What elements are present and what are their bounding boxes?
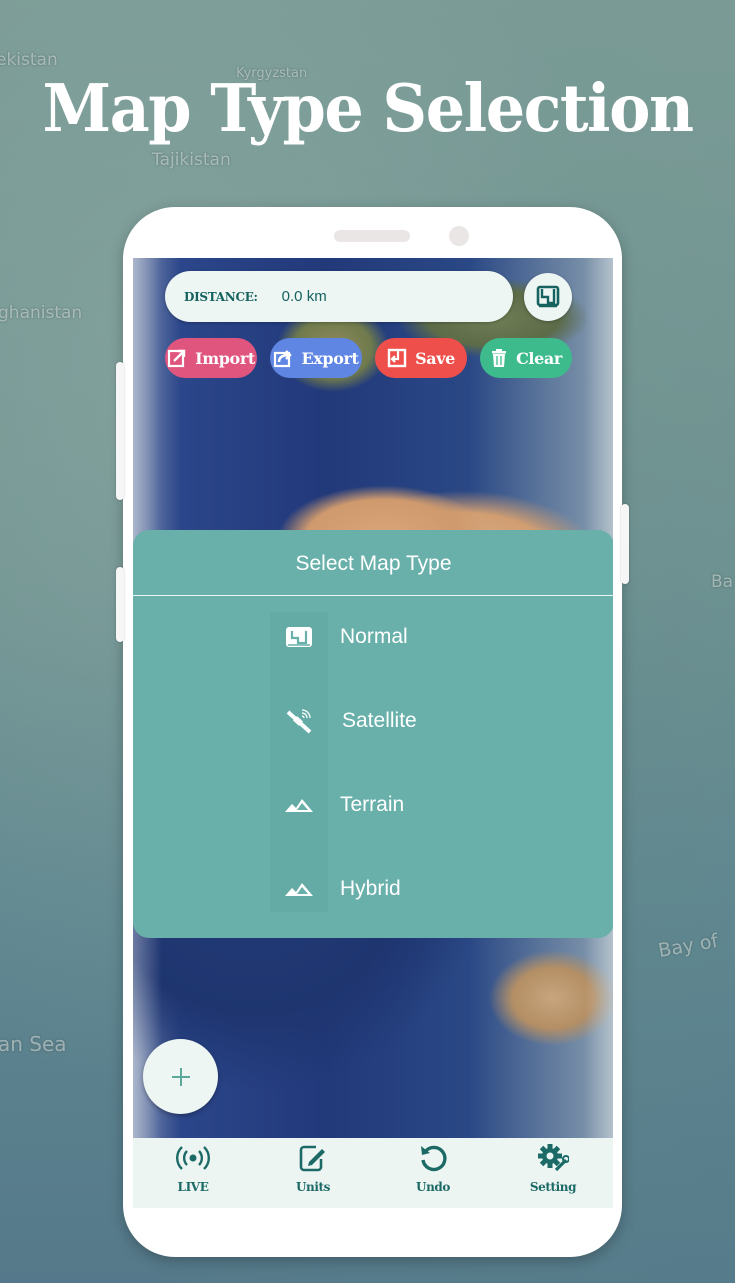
save-button[interactable]: Save bbox=[375, 338, 467, 378]
save-icon bbox=[387, 348, 407, 368]
phone-speaker bbox=[334, 230, 410, 242]
nav-label: LIVE bbox=[177, 1180, 209, 1194]
edit-icon bbox=[298, 1141, 328, 1175]
distance-display: DISTANCE: 0.0 km bbox=[165, 271, 513, 322]
map-label: Tajikistan bbox=[152, 150, 231, 170]
dialog-divider bbox=[133, 595, 613, 596]
dialog-title: Select Map Type bbox=[295, 552, 452, 575]
phone-side-button bbox=[116, 567, 124, 642]
map-label: an Sea bbox=[0, 1032, 67, 1056]
settings-icon bbox=[537, 1141, 569, 1175]
phone-side-button bbox=[621, 504, 629, 584]
map-label: Ba bbox=[711, 572, 734, 592]
app-screen: DISTANCE: 0.0 km Import Export Save Clea… bbox=[133, 258, 613, 1208]
nav-live[interactable]: LIVE bbox=[133, 1138, 253, 1208]
nav-label: Undo bbox=[416, 1180, 450, 1194]
nav-units[interactable]: Units bbox=[253, 1138, 373, 1208]
map-type-option-satellite[interactable]: Satellite bbox=[270, 691, 570, 751]
option-label: Hybrid bbox=[340, 877, 401, 900]
bottom-nav: LIVE Units Undo Setting bbox=[133, 1138, 613, 1208]
nav-undo[interactable]: Undo bbox=[373, 1138, 493, 1208]
broadcast-icon bbox=[176, 1141, 210, 1175]
import-label: Import bbox=[195, 348, 255, 368]
map-type-option-terrain[interactable]: Terrain bbox=[270, 775, 570, 835]
phone-camera bbox=[449, 226, 469, 246]
map-type-button[interactable] bbox=[524, 273, 572, 321]
map-label: Bay of bbox=[656, 929, 720, 963]
map-type-option-normal[interactable]: Normal bbox=[270, 607, 570, 667]
page-title: Map Type Selection bbox=[42, 70, 694, 147]
nav-label: Units bbox=[295, 1180, 331, 1194]
map-icon bbox=[270, 624, 328, 650]
map-label: ghanistan bbox=[0, 303, 83, 323]
trash-icon bbox=[492, 349, 507, 367]
distance-value: 0.0 km bbox=[281, 288, 327, 305]
plus-icon bbox=[171, 1067, 190, 1086]
export-button[interactable]: Export bbox=[270, 338, 362, 378]
nav-label: Setting bbox=[529, 1180, 577, 1194]
map-type-dialog: Select Map Type Normal Satellite Terrain… bbox=[133, 530, 613, 938]
option-label: Normal bbox=[340, 625, 408, 648]
mountain-icon bbox=[270, 796, 328, 814]
map-label: ekistan bbox=[0, 50, 58, 70]
clear-label: Clear bbox=[516, 348, 562, 368]
clear-button[interactable]: Clear bbox=[480, 338, 572, 378]
distance-label: DISTANCE: bbox=[184, 289, 258, 304]
phone-frame: DISTANCE: 0.0 km Import Export Save Clea… bbox=[116, 207, 629, 1257]
satellite-icon bbox=[270, 706, 328, 736]
option-label: Satellite bbox=[342, 709, 417, 732]
map-type-option-hybrid[interactable]: Hybrid bbox=[270, 859, 570, 919]
export-icon bbox=[274, 350, 293, 368]
undo-icon bbox=[418, 1141, 448, 1175]
map-icon bbox=[536, 285, 560, 308]
mountain-icon bbox=[270, 880, 328, 898]
save-label: Save bbox=[415, 348, 455, 368]
nav-setting[interactable]: Setting bbox=[493, 1138, 613, 1208]
option-label: Terrain bbox=[340, 793, 405, 816]
import-icon bbox=[168, 349, 186, 368]
add-button[interactable] bbox=[143, 1039, 218, 1114]
import-button[interactable]: Import bbox=[165, 338, 257, 378]
phone-side-button bbox=[116, 362, 124, 500]
export-label: Export bbox=[301, 348, 359, 368]
